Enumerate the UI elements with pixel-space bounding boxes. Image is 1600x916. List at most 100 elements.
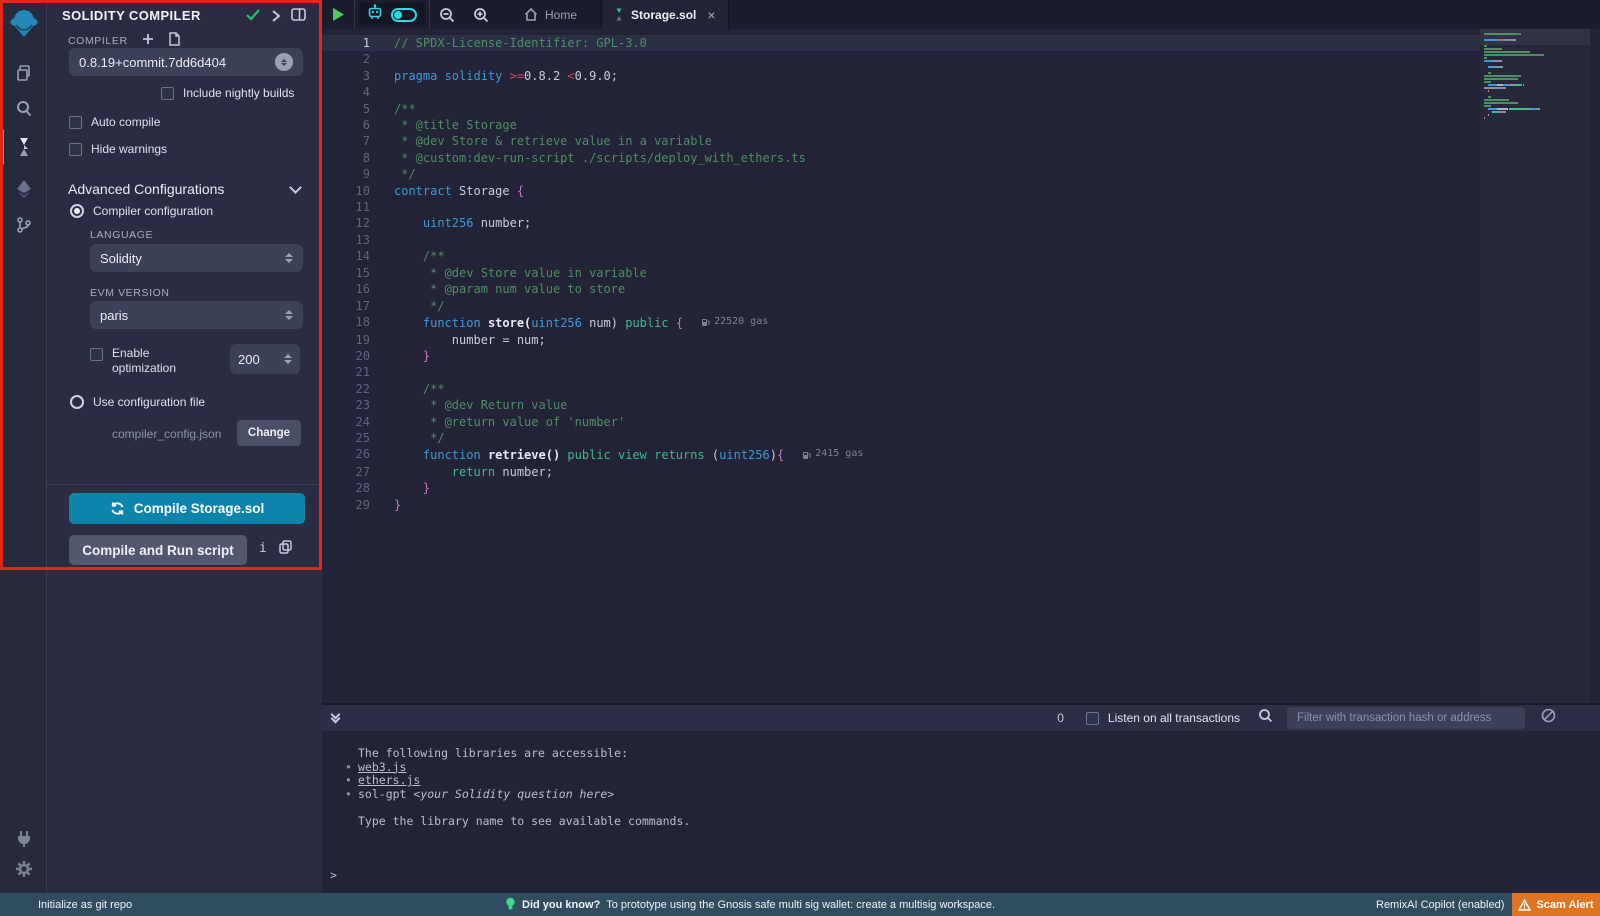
code-line[interactable]: 11 <box>322 199 1480 215</box>
plugin-manager-icon[interactable] <box>0 822 47 856</box>
auto-compile-row: Auto compile <box>69 115 160 129</box>
line-text: pragma solidity >=0.8.2 <0.9.0; <box>380 68 618 84</box>
ai-copilot-toggle[interactable] <box>391 8 417 22</box>
compile-and-run-button[interactable]: Compile and Run script <box>69 535 247 565</box>
settings-gear-icon[interactable] <box>0 852 47 886</box>
code-line[interactable]: 12 uint256 number; <box>322 215 1480 231</box>
transaction-filter-input[interactable] <box>1287 707 1525 729</box>
tab-home[interactable]: Home <box>512 0 589 29</box>
transaction-count: 0 <box>1057 711 1064 725</box>
terminal-line[interactable]: web3.js <box>322 761 1600 775</box>
language-select[interactable]: Solidity <box>90 244 303 272</box>
line-text <box>380 84 394 100</box>
compiler-configuration-radio[interactable] <box>70 204 84 218</box>
tab-storage-sol[interactable]: Storage.sol × <box>601 0 729 29</box>
code-line[interactable]: 19 number = num; <box>322 332 1480 348</box>
code-line[interactable]: 9 */ <box>322 166 1480 182</box>
line-number: 2 <box>322 51 380 67</box>
line-number: 9 <box>322 166 380 182</box>
code-line[interactable]: 14 /** <box>322 248 1480 264</box>
code-line[interactable]: 16 * @param num value to store <box>322 281 1480 297</box>
ai-robot-icon[interactable] <box>367 4 383 25</box>
code-line[interactable]: 8 * @custom:dev-run-script ./scripts/dep… <box>322 150 1480 166</box>
compile-button[interactable]: Compile Storage.sol <box>69 493 305 524</box>
compiler-configuration-row: Compiler configuration <box>70 204 213 218</box>
line-text: /** <box>380 101 416 117</box>
remix-logo-icon[interactable] <box>0 6 47 44</box>
auto-compile-checkbox[interactable] <box>69 116 82 129</box>
library-link[interactable]: ethers.js <box>358 773 420 787</box>
stepper-arrows-icon[interactable] <box>284 354 292 364</box>
code-line[interactable]: 13 <box>322 232 1480 248</box>
code-line[interactable]: 23 * @dev Return value <box>322 397 1480 413</box>
code-line[interactable]: 6 * @title Storage <box>322 117 1480 133</box>
change-config-button[interactable]: Change <box>237 420 301 446</box>
search-icon[interactable] <box>0 92 47 126</box>
hide-warnings-label: Hide warnings <box>91 142 167 156</box>
code-line[interactable]: 26 function retrieve() public view retur… <box>322 446 1480 464</box>
code-line[interactable]: 29} <box>322 497 1480 513</box>
deploy-run-icon[interactable] <box>0 172 47 206</box>
solidity-compiler-icon[interactable] <box>0 130 47 164</box>
info-icon[interactable]: i <box>259 541 267 556</box>
code-line[interactable]: 4 <box>322 84 1480 100</box>
code-line[interactable]: 18 function store(uint256 num) public {2… <box>322 314 1480 332</box>
compiler-configuration-label: Compiler configuration <box>93 204 213 218</box>
code-line[interactable]: 21 <box>322 364 1480 380</box>
library-link[interactable]: web3.js <box>358 760 406 774</box>
code-line[interactable]: 27 return number; <box>322 464 1480 480</box>
git-init-label[interactable]: Initialize as git repo <box>38 899 132 911</box>
code-line[interactable]: 1// SPDX-License-Identifier: GPL-3.0 <box>322 35 1480 51</box>
solidity-compiler-panel: SOLIDITY COMPILER COMPILER 0.8.19+commit… <box>47 0 322 893</box>
code-line[interactable]: 2 <box>322 51 1480 67</box>
line-text: * @custom:dev-run-script ./scripts/deplo… <box>380 150 806 166</box>
terminal-collapse-icon[interactable] <box>332 714 339 722</box>
zoom-out-icon[interactable] <box>430 0 464 29</box>
compiler-version-select[interactable]: 0.8.19+commit.7dd6d404 <box>69 48 303 76</box>
code-line[interactable]: 5/** <box>322 101 1480 117</box>
evm-version-select[interactable]: paris <box>90 301 303 329</box>
enable-optimization-row: Enable optimization <box>90 346 210 376</box>
use-config-file-radio[interactable] <box>70 395 84 409</box>
code-line[interactable]: 20 } <box>322 348 1480 364</box>
listen-transactions-checkbox[interactable] <box>1086 712 1099 725</box>
code-line[interactable]: 24 * @return value of 'number' <box>322 414 1480 430</box>
optimization-runs-input[interactable]: 200 <box>230 344 300 374</box>
terminal-search-icon[interactable] <box>1258 708 1273 728</box>
close-tab-icon[interactable]: × <box>707 7 715 23</box>
use-config-file-label: Use configuration file <box>93 395 205 409</box>
listen-transactions-label: Listen on all transactions <box>1108 711 1240 725</box>
code-editor[interactable]: 1// SPDX-License-Identifier: GPL-3.023pr… <box>322 29 1600 703</box>
enable-optimization-checkbox[interactable] <box>90 348 103 361</box>
minimap[interactable] <box>1480 29 1590 703</box>
code-line[interactable]: 17 */ <box>322 298 1480 314</box>
hide-warnings-checkbox[interactable] <box>69 143 82 156</box>
line-number: 13 <box>322 232 380 248</box>
code-line[interactable]: 22 /** <box>322 381 1480 397</box>
optimization-runs-value: 200 <box>238 352 284 367</box>
terminal-line[interactable]: ethers.js <box>322 774 1600 788</box>
code-line[interactable]: 3pragma solidity >=0.8.2 <0.9.0; <box>322 68 1480 84</box>
line-number: 28 <box>322 480 380 496</box>
code-line[interactable]: 7 * @dev Store & retrieve value in a var… <box>322 133 1480 149</box>
code-line[interactable]: 10contract Storage { <box>322 183 1480 199</box>
git-branch-icon[interactable] <box>0 208 47 242</box>
terminal[interactable]: The following libraries are accessible:w… <box>322 731 1600 893</box>
advanced-configurations-header[interactable]: Advanced Configurations <box>68 181 300 197</box>
code-line[interactable]: 28 } <box>322 480 1480 496</box>
panel-divider <box>47 484 322 485</box>
line-text: */ <box>380 166 416 182</box>
zoom-in-icon[interactable] <box>464 0 498 29</box>
code-line[interactable]: 15 * @dev Store value in variable <box>322 265 1480 281</box>
include-nightly-checkbox[interactable] <box>161 87 174 100</box>
clear-console-icon[interactable] <box>1541 708 1556 728</box>
file-explorer-icon[interactable] <box>0 56 47 90</box>
chevron-right-icon[interactable] <box>271 9 281 27</box>
code-line[interactable]: 25 */ <box>322 430 1480 446</box>
scam-alert-button[interactable]: Scam Alert <box>1512 893 1600 916</box>
gas-estimate: 22520 gas <box>701 314 768 330</box>
split-view-icon[interactable] <box>291 8 306 26</box>
run-script-play-button[interactable] <box>322 0 354 29</box>
copy-icon[interactable] <box>279 540 292 559</box>
copilot-status[interactable]: RemixAI Copilot (enabled) <box>1376 899 1504 911</box>
